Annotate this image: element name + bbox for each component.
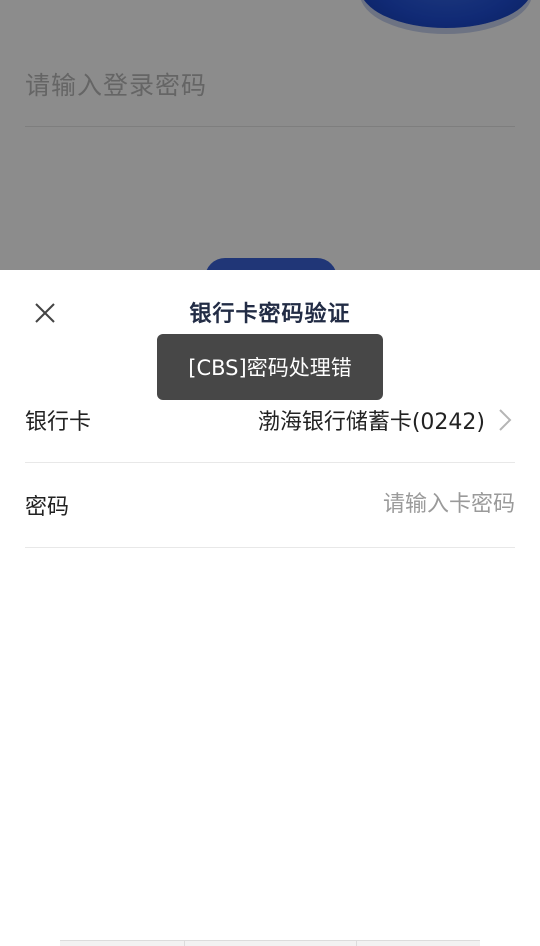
bank-card-selector[interactable]: 渤海银行储蓄卡(0242) [258,404,515,436]
bank-card-value: 渤海银行储蓄卡(0242) [257,409,485,435]
card-password-input[interactable] [255,492,515,517]
keyboard-key-divider [356,941,357,946]
modal-backdrop[interactable] [0,0,540,270]
chevron-right-icon [495,406,515,434]
sheet-title: 银行卡密码验证 [189,302,351,327]
bank-card-label: 银行卡 [25,409,92,435]
keyboard-key-divider [184,941,185,946]
password-label: 密码 [25,494,70,520]
screen: 请输入登录密码 银行卡密码验证 银行卡 渤海银行储蓄卡(0242) 密码 [CB… [0,0,540,946]
keyboard-top-edge [60,940,480,946]
error-toast: [CBS]密码处理错 [157,334,383,400]
password-row: 密码 [25,462,515,548]
